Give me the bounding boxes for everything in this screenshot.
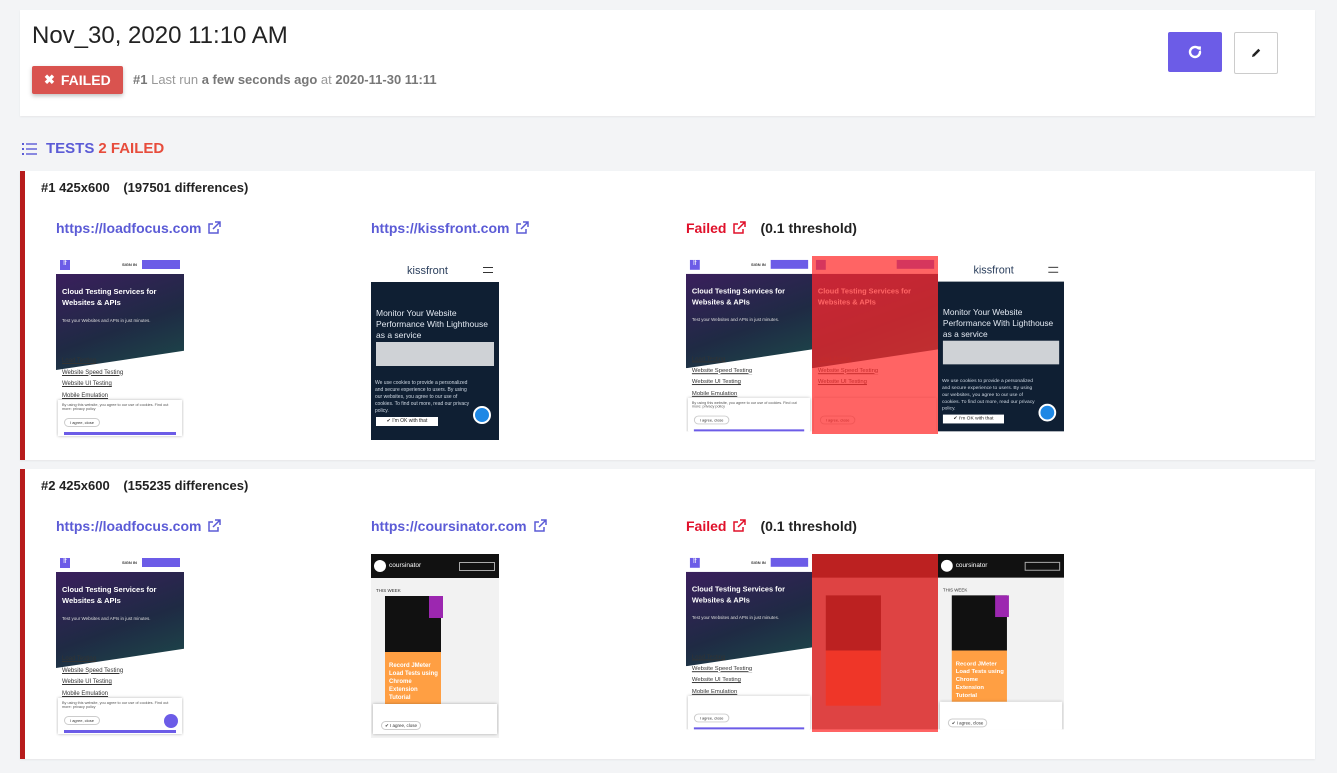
- refresh-icon: [1188, 45, 1202, 59]
- test-viewport: #1 425x600: [41, 180, 110, 195]
- thumb-agree: ✔ I agree, close: [381, 721, 421, 730]
- diff-screenshot[interactable]: lf SIGN IN Cloud Testing Services for Web…: [686, 256, 1066, 434]
- status-label: FAILED: [60, 72, 111, 88]
- external-link-icon[interactable]: [533, 519, 547, 533]
- last-run-time: 2020-11-30 11:11: [335, 72, 437, 87]
- tests-heading: TESTS 2 FAILED: [22, 140, 164, 157]
- external-link-icon[interactable]: [732, 221, 747, 235]
- base-url-link[interactable]: https://loadfocus.com: [56, 220, 222, 236]
- menu-icon: [483, 267, 493, 273]
- thumb-sub-text: Test your Websites and APIs in just minu…: [62, 318, 151, 323]
- compare-screenshot[interactable]: kissfront Monitor Your Website Performan…: [371, 256, 499, 440]
- compare-url-link[interactable]: https://kissfront.com: [371, 220, 530, 236]
- external-link-icon[interactable]: [207, 519, 222, 533]
- base-screenshot[interactable]: lf SIGN IN Cloud Testing Services for We…: [56, 256, 184, 440]
- compare-url-link[interactable]: https://coursinator.com: [371, 518, 547, 534]
- base-url-text[interactable]: https://loadfocus.com: [56, 518, 201, 534]
- run-header: Nov_30, 2020 11:10 AM ✖ FAILED #1 Last r…: [20, 10, 1315, 116]
- base-url-text[interactable]: https://loadfocus.com: [56, 220, 201, 236]
- coursinator-logo: [374, 560, 386, 572]
- diff-screenshot[interactable]: lf SIGN IN Cloud Testing Services for Web…: [686, 554, 1066, 732]
- threshold-text: (0.1 threshold): [760, 220, 857, 236]
- test-viewport: #2 425x600: [41, 478, 110, 493]
- loadfocus-logo: lf: [689, 259, 700, 270]
- thumb-hero-text: Monitor Your Website Performance With Li…: [376, 308, 488, 340]
- thumb-week: THIS WEEK: [376, 588, 401, 593]
- thumb-sub-text: Test your Websites and APIs in just minu…: [691, 317, 780, 322]
- tests-label: TESTS: [46, 140, 95, 157]
- thumb-brand: coursinator: [389, 562, 422, 569]
- failed-count: 2 FAILED: [98, 140, 165, 157]
- close-icon: ✖: [44, 72, 55, 87]
- at-label: at: [320, 72, 332, 87]
- test-card-1: #1 425x600 (197501 differences) https://…: [20, 171, 1315, 460]
- thumb-cookie-text: We use cookies to provide a personalized…: [375, 380, 470, 414]
- test-differences: (197501 differences): [123, 180, 249, 195]
- chat-icon: [473, 406, 491, 424]
- thumb-hero-text: Cloud Testing Services for Websites & AP…: [62, 287, 157, 307]
- thumb-hero-text: Cloud Testing Services for Websites & AP…: [62, 585, 157, 605]
- thumb-course-title: Record JMeter Load Tests using Chrome Ex…: [389, 663, 438, 701]
- diff-overlay: [812, 554, 938, 732]
- thumb-signin: SIGN IN: [751, 261, 766, 267]
- test-differences: (155235 differences): [123, 478, 249, 493]
- thumb-agree: I agree, close: [64, 418, 100, 427]
- refresh-button[interactable]: [1168, 32, 1222, 72]
- kissfront-logo: kissfront: [973, 264, 1014, 277]
- base-url-link[interactable]: https://loadfocus.com: [56, 518, 222, 534]
- last-run-relative: a few seconds ago: [201, 72, 318, 87]
- pencil-icon: [1252, 48, 1261, 57]
- thumb-hero-text: Monitor Your Website Performance With Li…: [942, 307, 1054, 339]
- thumb-ok: ✔ I'm OK with that: [376, 417, 438, 426]
- run-meta: #1 Last run a few seconds ago at 2020-11…: [133, 72, 437, 87]
- thumb-sub-text: Test your Websites and APIs in just minu…: [62, 616, 151, 621]
- base-screenshot[interactable]: lf SIGN IN Cloud Testing Services for Web…: [56, 554, 184, 738]
- external-link-icon[interactable]: [732, 519, 747, 533]
- diff-overlay: [812, 256, 938, 434]
- test-card-2: #2 425x600 (155235 differences) https://…: [20, 469, 1315, 759]
- compare-screenshot[interactable]: coursinator THIS WEEK Record JMeter Load…: [371, 554, 499, 738]
- external-link-icon[interactable]: [207, 221, 222, 235]
- kissfront-logo: kissfront: [407, 265, 448, 277]
- edit-button[interactable]: [1234, 32, 1278, 74]
- result-text[interactable]: Failed: [686, 518, 726, 534]
- thumb-signin: SIGN IN: [122, 560, 137, 565]
- compare-url-text[interactable]: https://coursinator.com: [371, 518, 527, 534]
- status-badge: ✖ FAILED: [32, 66, 123, 94]
- thumb-links: Load Testing Website Speed Testing Website…: [62, 358, 124, 399]
- threshold-text: (0.1 threshold): [760, 518, 857, 534]
- test-title: #2 425x600 (155235 differences): [41, 478, 248, 493]
- last-run-label: Last run: [151, 72, 199, 87]
- loadfocus-logo: lf: [60, 558, 70, 568]
- test-title: #1 425x600 (197501 differences): [41, 180, 248, 195]
- run-number: #1: [133, 72, 148, 87]
- result-link[interactable]: Failed (0.1 threshold): [686, 220, 857, 236]
- thumb-signin: SIGN IN: [122, 262, 137, 267]
- external-link-icon[interactable]: [515, 221, 530, 235]
- compare-url-text[interactable]: https://kissfront.com: [371, 220, 509, 236]
- list-icon: [22, 142, 37, 155]
- chat-icon: [164, 714, 178, 728]
- page-title: Nov_30, 2020 11:10 AM: [32, 22, 288, 49]
- thumb-cookie-text: By using this website, you agree to our …: [62, 403, 169, 411]
- thumb-hero-text: Cloud Testing Services for Websites & AP…: [691, 286, 785, 307]
- result-text[interactable]: Failed: [686, 220, 726, 236]
- loadfocus-logo: lf: [60, 260, 70, 270]
- result-link[interactable]: Failed (0.1 threshold): [686, 518, 857, 534]
